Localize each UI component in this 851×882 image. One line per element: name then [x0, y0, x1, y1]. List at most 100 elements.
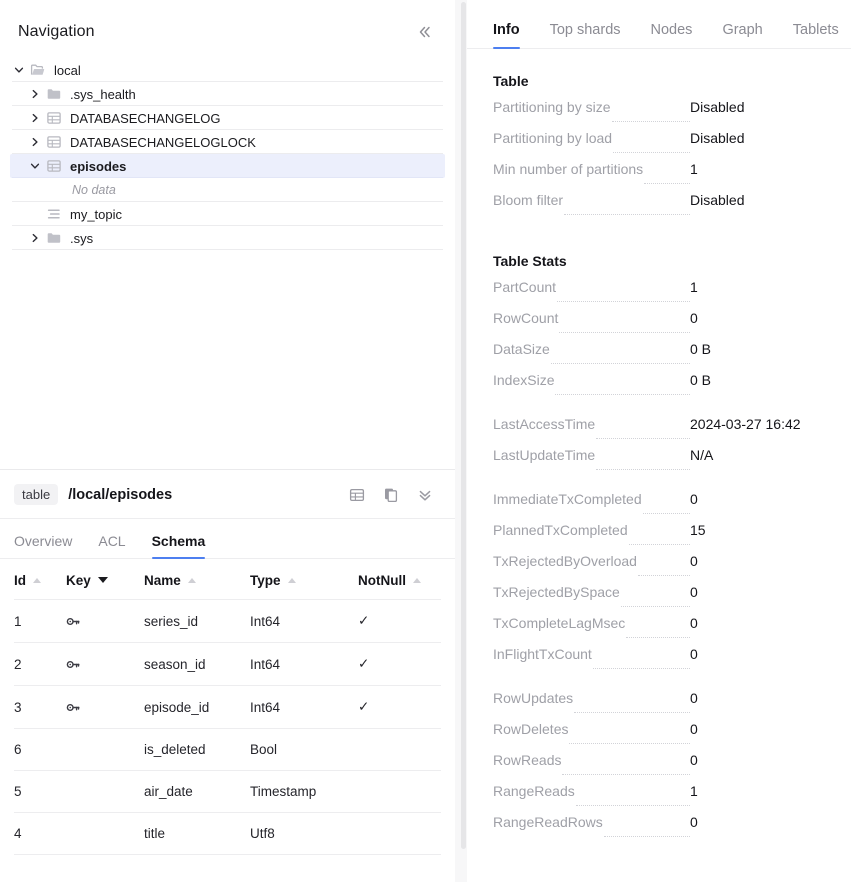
sort-asc-icon[interactable] — [288, 578, 296, 583]
copy-icon[interactable] — [383, 487, 399, 503]
info-panel: InfoTop shardsNodesGraphTablets TablePar… — [467, 0, 851, 882]
dotted-leader — [638, 575, 690, 576]
chevron-right-icon[interactable] — [26, 88, 44, 100]
schema-column-header-key[interactable]: Key — [66, 559, 144, 600]
schema-cell-name: air_date — [144, 771, 250, 813]
table-row[interactable]: 1series_idInt64✓ — [14, 600, 441, 643]
table-icon[interactable] — [349, 487, 365, 503]
schema-column-header-id[interactable]: Id — [14, 559, 66, 600]
info-row-label: Partitioning by load — [493, 130, 612, 146]
table-row[interactable]: 4titleUtf8 — [14, 813, 441, 855]
table-row[interactable]: 5air_dateTimestamp — [14, 771, 441, 813]
info-row-label: LastAccessTime — [493, 416, 595, 432]
schema-table-head: Id Key Name TypeNotNull — [14, 559, 441, 600]
sort-asc-icon[interactable] — [188, 578, 196, 583]
tab-tablets[interactable]: Tablets — [793, 22, 839, 48]
dotted-leader — [644, 183, 690, 184]
chevron-down-icon[interactable] — [10, 64, 28, 76]
info-row-rowcount: RowCount0 — [493, 310, 829, 341]
tab-info[interactable]: Info — [493, 22, 520, 48]
dotted-leader — [555, 394, 690, 395]
schema-column-header-notnull[interactable]: NotNull — [358, 559, 441, 600]
schema-cell-id: 5 — [14, 771, 66, 813]
info-row-rangereadrows: RangeReadRows0 — [493, 814, 829, 845]
schema-cell-id: 4 — [14, 813, 66, 855]
sort-asc-icon[interactable] — [413, 578, 421, 583]
section-title-table-stats: Table Stats — [493, 253, 829, 269]
schema-cell-type: Utf8 — [250, 813, 358, 855]
tab-acl[interactable]: ACL — [98, 533, 125, 558]
chevron-down-icon[interactable] — [26, 160, 44, 172]
panel-divider — [455, 0, 467, 882]
info-tabs: Info Top shards Nodes Graph Tablets — [467, 0, 851, 49]
chevron-right-icon[interactable] — [26, 112, 44, 124]
schema-column-label: NotNull — [358, 573, 406, 588]
info-row-label: RowReads — [493, 752, 561, 768]
tree-item-sys[interactable]: .sys — [10, 226, 445, 250]
navigation-tree: local.sys_healthDATABASECHANGELOG DATABAS… — [0, 58, 455, 250]
dotted-leader — [596, 438, 690, 439]
chevrons-down-icon[interactable] — [417, 487, 433, 503]
info-row-label: RowCount — [493, 310, 558, 326]
schema-cell-type: Bool — [250, 729, 358, 771]
tree-item-local[interactable]: local — [10, 58, 445, 82]
tree-item-episodes[interactable]: episodes — [10, 154, 445, 178]
tree-item-sys-health[interactable]: .sys_health — [10, 82, 445, 106]
tree-item-databasechangelog[interactable]: DATABASECHANGELOG — [10, 106, 445, 130]
dotted-leader — [643, 513, 690, 514]
tree-item-label: DATABASECHANGELOGLOCK — [70, 135, 256, 150]
table-row[interactable]: 2season_idInt64✓ — [14, 643, 441, 686]
info-row-value: 0 — [690, 615, 698, 631]
schema-cell-name: series_id — [144, 600, 250, 643]
navigation-header: Navigation — [0, 0, 455, 58]
chevron-right-icon[interactable] — [26, 232, 44, 244]
chevrons-left-icon[interactable] — [413, 22, 437, 42]
info-row-label: DataSize — [493, 341, 550, 357]
topic-icon — [44, 206, 64, 222]
dotted-leader — [612, 121, 690, 122]
table-icon — [44, 110, 64, 126]
navigation-panel: Navigation local.sys_healthDATABASECHANG… — [0, 0, 455, 470]
section-spacer — [493, 223, 829, 247]
tab-graph[interactable]: Graph — [722, 22, 762, 48]
info-row-value: 0 — [690, 752, 698, 768]
dotted-leader — [562, 774, 690, 775]
info-row-inflighttxcount: InFlightTxCount0 — [493, 646, 829, 677]
table-row[interactable]: 3episode_idInt64✓ — [14, 686, 441, 729]
info-row-lastupdatetime: LastUpdateTimeN/A — [493, 447, 829, 478]
schema-column-label: Key — [66, 573, 91, 588]
info-row-rangereads: RangeReads1 — [493, 783, 829, 814]
dotted-leader — [569, 743, 690, 744]
schema-cell-type: Int64 — [250, 643, 358, 686]
info-row-rowupdates: RowUpdates0 — [493, 690, 829, 721]
tab-nodes[interactable]: Nodes — [651, 22, 693, 48]
primary-key-icon — [66, 600, 144, 643]
schema-cell-name: season_id — [144, 643, 250, 686]
schema-cell-notnull: ✓ — [358, 643, 441, 686]
tree-item-databasechangeloglock[interactable]: DATABASECHANGELOGLOCK — [10, 130, 445, 154]
info-panel-scrollbar[interactable] — [461, 2, 466, 849]
sort-asc-icon[interactable] — [33, 578, 41, 583]
schema-column-header-type[interactable]: Type — [250, 559, 358, 600]
sort-desc-icon[interactable] — [98, 577, 108, 583]
chevron-right-icon[interactable] — [26, 136, 44, 148]
dotted-leader — [621, 606, 690, 607]
stat-group-spacer — [493, 478, 829, 491]
tree-item-my-topic[interactable]: my_topic — [10, 202, 445, 226]
info-row-immediatetxcompleted: ImmediateTxCompleted0 — [493, 491, 829, 522]
table-row[interactable]: 6is_deletedBool — [14, 729, 441, 771]
tab-schema[interactable]: Schema — [152, 533, 206, 558]
info-row-plannedtxcompleted: PlannedTxCompleted15 — [493, 522, 829, 553]
info-row-value: Disabled — [690, 192, 744, 208]
schema-column-label: Name — [144, 573, 181, 588]
schema-column-header-name[interactable]: Name — [144, 559, 250, 600]
object-header: table /local/episodes — [0, 470, 455, 519]
tab-top-shards[interactable]: Top shards — [550, 22, 621, 48]
info-row-indexsize: IndexSize0 B — [493, 372, 829, 403]
schema-cell-id: 3 — [14, 686, 66, 729]
tree-item-label: my_topic — [70, 207, 122, 222]
info-row-value: 2024-03-27 16:42 — [690, 416, 801, 432]
info-row-label: PartCount — [493, 279, 556, 295]
schema-column-label: Id — [14, 573, 26, 588]
tab-overview[interactable]: Overview — [14, 533, 72, 558]
